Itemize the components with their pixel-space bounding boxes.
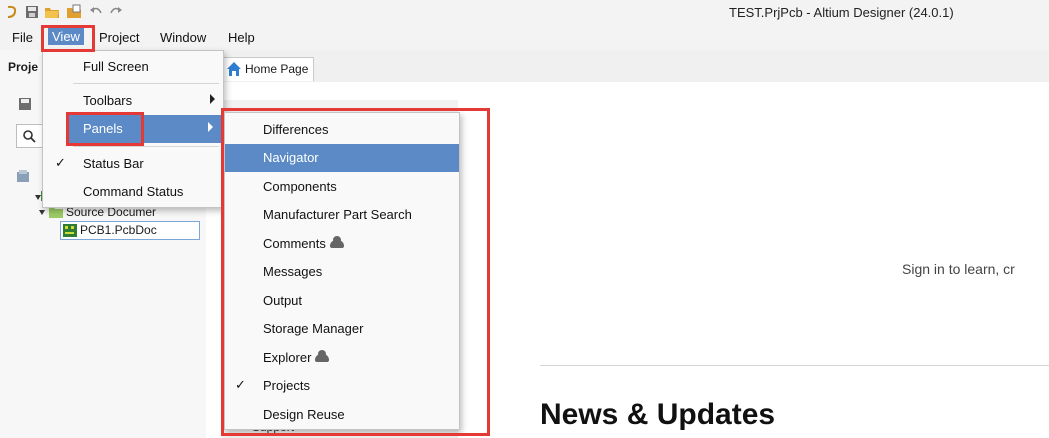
- home-icon: [227, 62, 241, 76]
- menu-help[interactable]: Help: [228, 30, 255, 45]
- menu-window[interactable]: Window: [160, 30, 206, 45]
- news-heading: News & Updates: [540, 398, 776, 431]
- submenu-arrow-icon: [210, 94, 215, 104]
- menu-project[interactable]: Project: [99, 30, 139, 45]
- undo-icon[interactable]: [88, 4, 104, 20]
- annotation-box-panels-list: [221, 108, 490, 436]
- sign-in-text[interactable]: Sign in to learn, cr: [902, 261, 1015, 277]
- menu-item-toolbars[interactable]: Toolbars: [43, 87, 223, 115]
- search-icon: [23, 130, 36, 143]
- menu-file[interactable]: File: [12, 30, 33, 45]
- pcb1-file-item[interactable]: PCB1.PcbDoc: [80, 223, 157, 237]
- check-icon: ✓: [55, 155, 66, 170]
- window-title: TEST.PrjPcb - Altium Designer (24.0.1): [729, 5, 954, 20]
- projects-panel-tab[interactable]: Proje: [8, 60, 38, 74]
- menu-item-full-screen[interactable]: Full Screen: [43, 53, 223, 81]
- content-divider: [540, 365, 1049, 366]
- project-icon: [17, 170, 29, 182]
- submenu-arrow-icon: [208, 122, 213, 132]
- redo-icon[interactable]: [108, 4, 124, 20]
- annotation-box-panels: [66, 112, 144, 146]
- menu-separator: [73, 146, 219, 147]
- menu-bar: [0, 26, 1049, 50]
- menu-item-status-bar[interactable]: ✓ Status Bar: [43, 150, 223, 178]
- menu-item-command-status[interactable]: Command Status: [43, 178, 223, 206]
- document-tab-strip: [206, 50, 1049, 82]
- open-project-icon[interactable]: [66, 4, 82, 20]
- tab-home-page-label: Home Page: [245, 62, 309, 76]
- app-logo-icon: [7, 5, 17, 18]
- save-icon[interactable]: [24, 4, 40, 20]
- menu-separator: [73, 83, 219, 84]
- open-icon[interactable]: [44, 4, 60, 20]
- pcbdoc-file-icon: [63, 224, 77, 237]
- panel-save-icon[interactable]: [18, 97, 32, 111]
- folder-expand-icon[interactable]: [38, 208, 46, 216]
- annotation-box-view: [41, 25, 95, 52]
